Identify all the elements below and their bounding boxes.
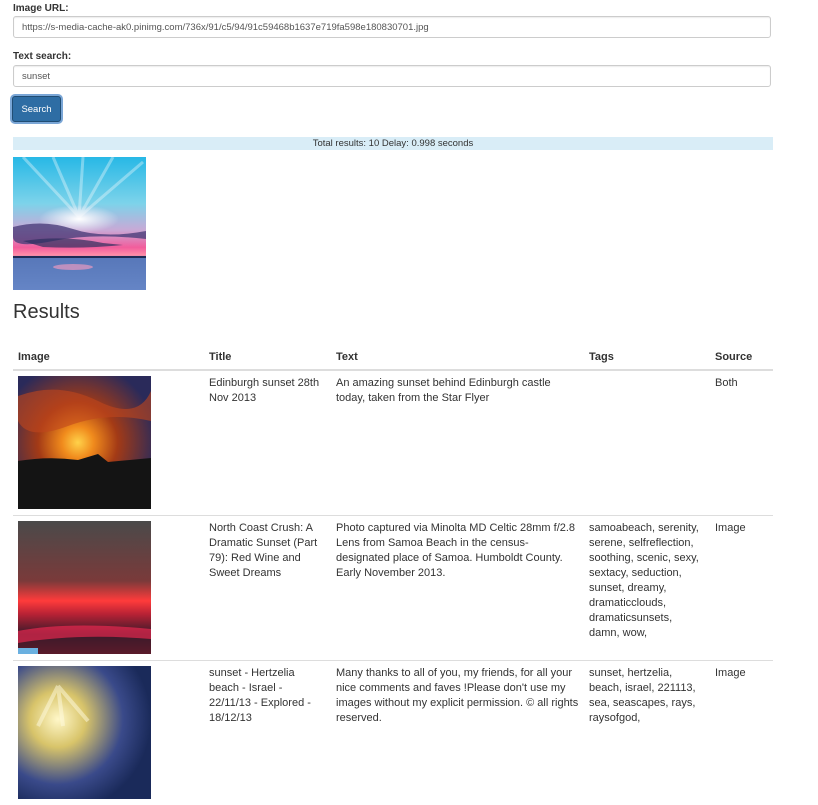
query-image <box>13 157 146 290</box>
image-url-input[interactable] <box>13 16 771 38</box>
table-row: North Coast Crush: A Dramatic Sunset (Pa… <box>13 516 773 661</box>
result-text: An amazing sunset behind Edinburgh castl… <box>331 370 584 516</box>
column-header-source: Source <box>710 343 773 370</box>
result-image-cell <box>13 516 204 661</box>
result-thumbnail[interactable] <box>18 376 151 509</box>
result-source: Image <box>710 661 773 805</box>
result-text: Photo captured via Minolta MD Celtic 28m… <box>331 516 584 661</box>
result-tags: sunset, hertzelia, beach, israel, 221113… <box>584 661 710 805</box>
result-title: sunset - Hertzelia beach - Israel - 22/1… <box>204 661 331 805</box>
column-header-tags: Tags <box>584 343 710 370</box>
result-title: Edinburgh sunset 28th Nov 2013 <box>204 370 331 516</box>
result-image-cell <box>13 370 204 516</box>
result-image-cell <box>13 661 204 805</box>
result-source: Both <box>710 370 773 516</box>
text-search-input[interactable] <box>13 65 771 87</box>
result-tags: samoabeach, serenity, serene, selfreflec… <box>584 516 710 661</box>
results-status: Total results: 10 Delay: 0.998 seconds <box>13 137 773 150</box>
results-heading: Results <box>13 301 80 324</box>
result-source: Image <box>710 516 773 661</box>
search-button[interactable]: Search <box>12 96 61 122</box>
column-header-image: Image <box>13 343 204 370</box>
column-header-title: Title <box>204 343 331 370</box>
result-tags <box>584 370 710 516</box>
table-row: Edinburgh sunset 28th Nov 2013 An amazin… <box>13 370 773 516</box>
result-thumbnail[interactable] <box>18 666 151 799</box>
image-url-label: Image URL: <box>13 3 69 14</box>
table-row: sunset - Hertzelia beach - Israel - 22/1… <box>13 661 773 805</box>
results-table: Image Title Text Tags Source <box>13 343 773 805</box>
result-text: Many thanks to all of you, my friends, f… <box>331 661 584 805</box>
result-thumbnail[interactable] <box>18 521 151 654</box>
column-header-text: Text <box>331 343 584 370</box>
result-title: North Coast Crush: A Dramatic Sunset (Pa… <box>204 516 331 661</box>
text-search-label: Text search: <box>13 51 71 62</box>
